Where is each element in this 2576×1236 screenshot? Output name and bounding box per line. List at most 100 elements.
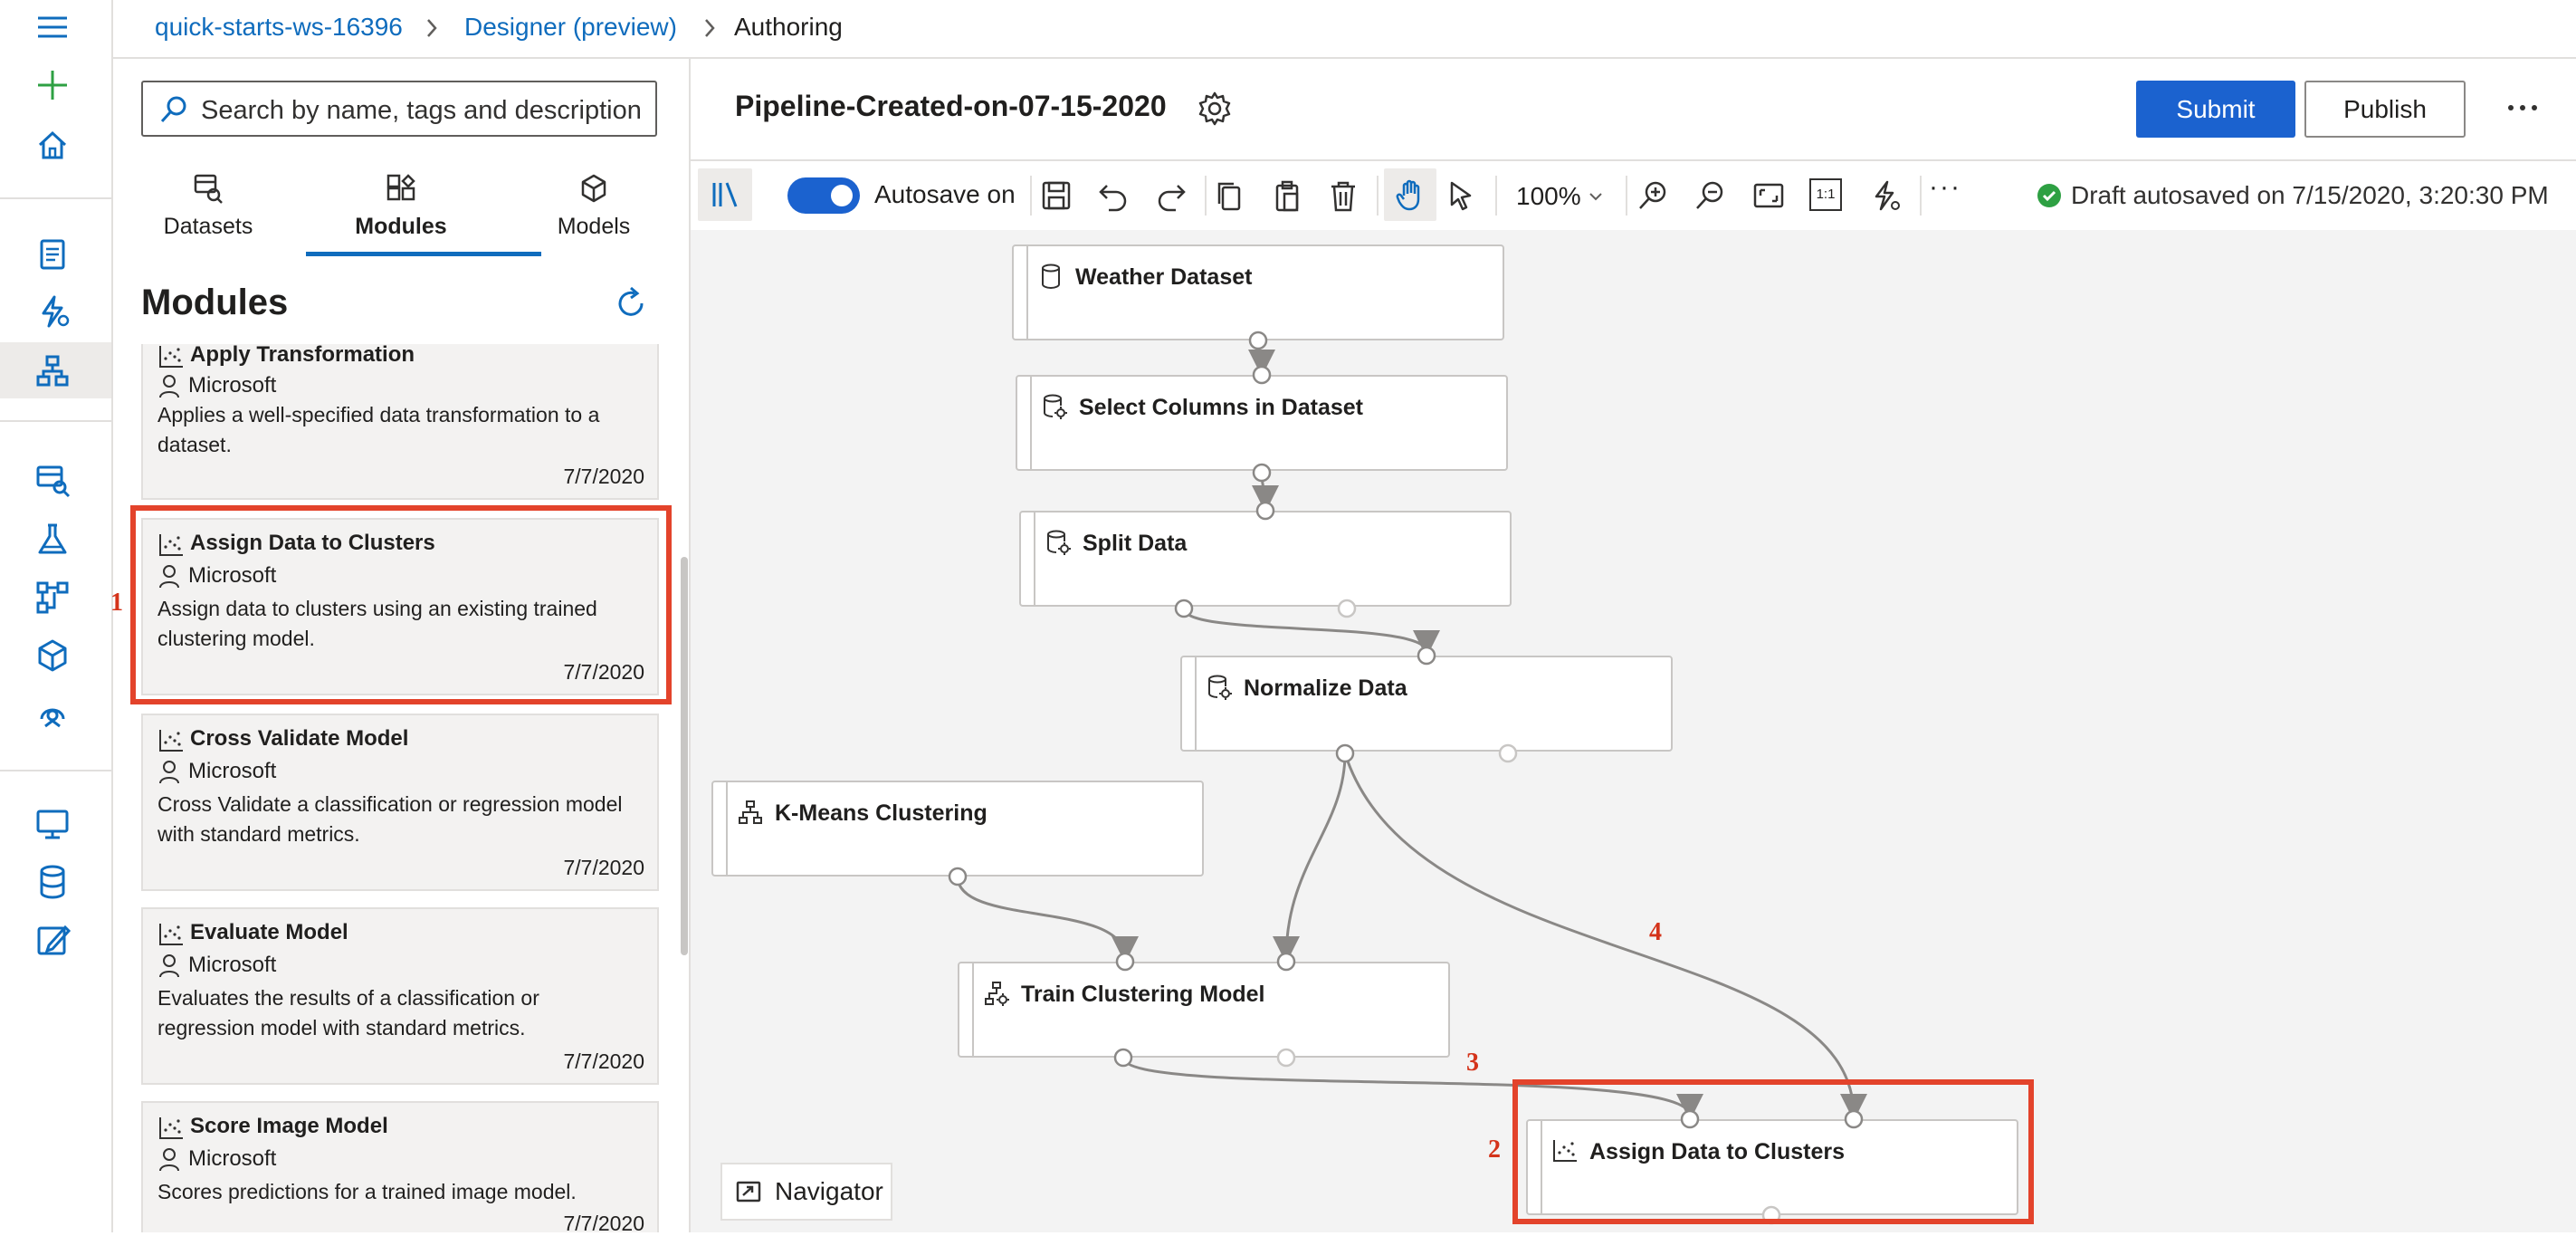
zoom-in-icon[interactable] (1636, 178, 1670, 213)
zoom-out-icon[interactable] (1693, 178, 1727, 213)
automated-ml-icon[interactable] (33, 292, 72, 331)
highlight-box-canvas-node (1512, 1079, 2034, 1224)
module-title: Apply Transformation (190, 342, 415, 367)
more-options-icon[interactable] (2500, 94, 2545, 121)
node-train-clustering-model[interactable]: Train Clustering Model (958, 962, 1450, 1058)
autosave-label: Autosave on (874, 180, 1016, 208)
navigator-button[interactable]: Navigator (720, 1163, 892, 1221)
undo-icon[interactable] (1096, 178, 1131, 213)
copy-icon[interactable] (1212, 178, 1246, 213)
datastores-icon[interactable] (33, 862, 72, 902)
actual-size-button[interactable]: 1:1 (1809, 178, 1842, 211)
annotation-4: 4 (1649, 918, 1662, 946)
search-input[interactable]: Search by name, tags and description (141, 81, 657, 137)
checkmark-circle-icon (2037, 184, 2061, 207)
data-transform-icon (1047, 530, 1071, 555)
chevron-right-icon (427, 19, 437, 37)
tab-datasets[interactable]: Datasets (113, 172, 303, 240)
module-publisher: Microsoft (157, 373, 276, 398)
pipelines-icon[interactable] (33, 578, 72, 618)
module-card-cross-validate-model[interactable]: Cross Validate Model Microsoft Cross Val… (141, 714, 659, 891)
module-title: Score Image Model (190, 1114, 388, 1138)
node-split-data[interactable]: Split Data (1019, 511, 1512, 607)
train-icon (985, 982, 1009, 1006)
endpoints-icon[interactable] (33, 694, 72, 733)
refresh-icon[interactable] (611, 283, 651, 323)
module-description: Scores predictions for a trained image m… (157, 1180, 577, 1203)
module-publisher-name: Microsoft (188, 953, 277, 977)
models-icon (581, 174, 606, 203)
person-icon (159, 954, 179, 978)
node-label: Train Clustering Model (1021, 982, 1265, 1007)
person-icon (159, 761, 179, 784)
pan-mode-button[interactable] (1384, 168, 1436, 221)
tab-models[interactable]: Models (499, 172, 689, 240)
home-icon[interactable] (33, 125, 72, 165)
models-rail-icon[interactable] (33, 636, 72, 675)
module-publisher-name: Microsoft (188, 1146, 277, 1171)
pointer-select-icon[interactable] (1444, 178, 1478, 213)
module-description: Cross Validate a classification or regre… (157, 792, 623, 846)
datasets-icon (194, 174, 223, 204)
node-weather-dataset[interactable]: Weather Dataset (1012, 244, 1504, 340)
node-normalize-data[interactable]: Normalize Data (1180, 656, 1673, 752)
left-nav-rail (0, 0, 113, 1232)
node-label: K-Means Clustering (775, 800, 987, 826)
auto-layout-icon[interactable] (1867, 178, 1902, 213)
save-icon[interactable] (1039, 178, 1073, 213)
paste-icon[interactable] (1270, 178, 1304, 213)
fit-to-screen-icon[interactable] (1751, 178, 1786, 213)
data-labeling-icon[interactable] (33, 920, 72, 960)
breadcrumb-current: Authoring (734, 13, 843, 41)
scatter-icon (159, 346, 183, 368)
canvas-toolbar: Autosave on 100% 1:1 ··· Draft autosaved… (691, 159, 2576, 232)
module-publisher-name: Microsoft (188, 759, 277, 783)
tab-selected-underline (306, 252, 541, 256)
autosave-status: Draft autosaved on 7/15/2020, 3:20:30 PM (2037, 181, 2549, 210)
toolbar-more-button[interactable]: ··· (1929, 172, 1961, 203)
module-card-score-image-model[interactable]: Score Image Model Microsoft Scores predi… (141, 1101, 659, 1235)
hand-icon (1396, 179, 1420, 211)
redo-icon[interactable] (1154, 178, 1188, 213)
zoom-level-dropdown[interactable]: 100% (1516, 182, 1581, 211)
breadcrumb-designer-link[interactable]: Designer (preview) (464, 13, 677, 42)
tab-modules-label: Modules (355, 214, 447, 239)
chevron-down-icon[interactable] (1587, 187, 1605, 206)
annotation-1: 1 (110, 589, 123, 617)
hamburger-menu-icon[interactable] (33, 7, 72, 47)
node-select-columns[interactable]: Select Columns in Dataset (1016, 375, 1508, 471)
node-label: Weather Dataset (1075, 264, 1253, 290)
autosave-toggle[interactable] (787, 177, 860, 214)
experiments-icon[interactable] (33, 520, 72, 560)
tab-modules[interactable]: Modules (306, 172, 496, 240)
palette-toggle-button[interactable] (698, 168, 752, 221)
chevron-right-icon (705, 19, 715, 37)
datasets-rail-icon[interactable] (33, 460, 72, 500)
create-new-plus-icon[interactable] (33, 65, 72, 105)
scatter-icon (159, 924, 183, 945)
submit-button[interactable]: Submit (2136, 81, 2295, 138)
delete-icon[interactable] (1326, 178, 1360, 213)
highlight-box-module-card (130, 505, 672, 704)
gear-icon[interactable] (1195, 89, 1235, 129)
module-list-scrollbar[interactable] (681, 557, 688, 955)
notebooks-icon[interactable] (33, 234, 72, 273)
person-icon (159, 1148, 179, 1172)
module-date: 7/7/2020 (563, 856, 644, 879)
autosave-status-text: Draft autosaved on 7/15/2020, 3:20:30 PM (2071, 181, 2549, 209)
data-transform-icon (1044, 394, 1067, 419)
module-description: Applies a well-specified data transforma… (157, 403, 600, 456)
compute-icon[interactable] (33, 804, 72, 844)
search-icon (160, 96, 186, 123)
navigator-label: Navigator (775, 1177, 883, 1205)
pipeline-title[interactable]: Pipeline-Created-on-07-15-2020 (735, 90, 1167, 123)
annotation-2: 2 (1488, 1135, 1501, 1164)
module-card-apply-transformation[interactable]: Apply Transformation Microsoft Applies a… (141, 342, 659, 500)
tab-models-label: Models (557, 214, 631, 239)
designer-icon[interactable] (33, 351, 72, 391)
module-card-evaluate-model[interactable]: Evaluate Model Microsoft Evaluates the r… (141, 907, 659, 1085)
node-k-means-clustering[interactable]: K-Means Clustering (711, 781, 1204, 877)
breadcrumb-workspace-link[interactable]: quick-starts-ws-16396 (155, 13, 403, 42)
publish-button[interactable]: Publish (2304, 81, 2466, 138)
module-publisher: Microsoft (157, 1146, 276, 1172)
